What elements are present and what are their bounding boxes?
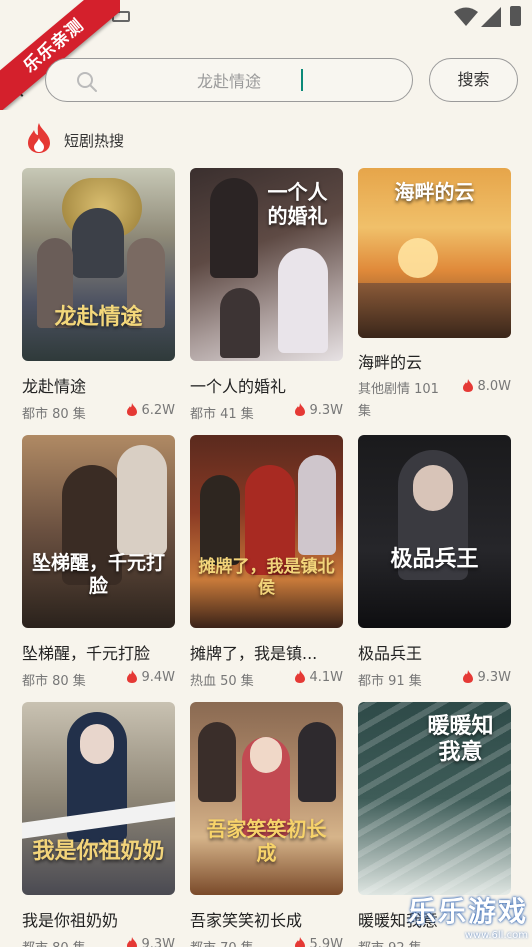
- drama-heat: 4.1W: [295, 670, 343, 685]
- drama-category: 其他剧情 101 集: [358, 382, 439, 419]
- drama-cover[interactable]: 一个人的婚礼: [190, 168, 343, 361]
- cover-text: 吾家笑笑初长成: [206, 817, 327, 865]
- drama-title: 海畔的云: [358, 353, 423, 372]
- heat-flame-icon: [463, 379, 474, 392]
- heat-flame-icon: [463, 670, 474, 683]
- keyboard-icon: [112, 11, 130, 22]
- heat-flame-icon: [127, 403, 138, 416]
- heat-flame-icon: [295, 670, 306, 683]
- back-icon[interactable]: [12, 77, 32, 97]
- drama-card[interactable]: 龙赴情途 龙赴情途 都市 80 集 6.2W: [22, 168, 175, 435]
- heat-flame-icon: [295, 937, 306, 947]
- drama-category: 都市 41 集: [190, 407, 254, 422]
- drama-cover[interactable]: 坠梯醒，千元打脸: [22, 435, 175, 628]
- drama-card[interactable]: 摊牌了，我是镇北侯 摊牌了，我是镇... 热血 50 集 4.1W: [190, 435, 343, 702]
- drama-title: 极品兵王: [358, 644, 423, 663]
- cover-text: 暖暖知我意: [427, 714, 494, 766]
- drama-title: 坠梯醒，千元打脸: [22, 644, 151, 663]
- drama-card[interactable]: 一个人的婚礼 一个人的婚礼 都市 41 集 9.3W: [190, 168, 343, 435]
- heat-value: 5.9W: [309, 937, 343, 947]
- signal-icon: [481, 7, 501, 27]
- drama-card[interactable]: 吾家笑笑初长成 吾家笑笑初长成 都市 70 集 5.9W: [190, 702, 343, 947]
- heat-flame-icon: [127, 937, 138, 947]
- battery-icon: [510, 6, 521, 26]
- search-button[interactable]: 搜索: [429, 58, 518, 102]
- drama-heat: 9.3W: [295, 403, 343, 418]
- cover-text: 一个人的婚礼: [267, 180, 328, 228]
- drama-title: 暖暖知我意: [358, 911, 439, 930]
- drama-category: 都市 92 集: [358, 937, 422, 947]
- heat-value: 9.3W: [309, 403, 343, 418]
- cover-text: 极品兵王: [390, 546, 479, 572]
- search-icon: [77, 72, 97, 92]
- cover-text: 龙赴情途: [54, 304, 143, 330]
- cover-text: 坠梯醒，千元打脸: [31, 552, 165, 598]
- drama-heat: 8.0W: [463, 379, 511, 394]
- drama-card[interactable]: 极品兵王 极品兵王 都市 91 集 9.3W: [358, 435, 511, 702]
- drama-heat: 6.2W: [127, 403, 175, 418]
- cover-text: 海畔的云: [394, 180, 475, 204]
- flame-icon: [28, 123, 50, 153]
- drama-heat: 9.4W: [127, 670, 175, 685]
- drama-title: 摊牌了，我是镇...: [190, 644, 318, 663]
- search-box[interactable]: [45, 58, 413, 102]
- heat-flame-icon: [295, 403, 306, 416]
- drama-heat: 9.3W: [127, 937, 175, 947]
- heat-value: 6.2W: [141, 403, 175, 418]
- drama-title: 龙赴情途: [22, 377, 87, 396]
- drama-heat: 5.9W: [295, 937, 343, 947]
- heat-value: 8.0W: [477, 379, 511, 394]
- drama-cover[interactable]: 海畔的云: [358, 168, 511, 338]
- cover-text: 摊牌了，我是镇北侯: [198, 557, 335, 598]
- drama-cover[interactable]: 我是你祖奶奶: [22, 702, 175, 895]
- drama-category: 都市 80 集: [22, 407, 86, 422]
- heat-value: 9.4W: [141, 670, 175, 685]
- status-bar: [0, 0, 532, 34]
- drama-title: 吾家笑笑初长成: [190, 911, 303, 930]
- section-title: 短剧热搜: [64, 132, 125, 150]
- drama-card[interactable]: 暖暖知我意 暖暖知我意 都市 92 集: [358, 702, 511, 947]
- drama-category: 都市 80 集: [22, 937, 86, 947]
- drama-cover[interactable]: 极品兵王: [358, 435, 511, 628]
- drama-category: 热血 50 集: [190, 674, 254, 689]
- drama-title: 一个人的婚礼: [190, 377, 287, 396]
- drama-cover[interactable]: 摊牌了，我是镇北侯: [190, 435, 343, 628]
- wifi-icon: [454, 7, 478, 26]
- drama-cover[interactable]: 吾家笑笑初长成: [190, 702, 343, 895]
- notification-a-icon: [84, 9, 98, 23]
- cover-text: 我是你祖奶奶: [32, 838, 165, 864]
- drama-category: 都市 91 集: [358, 674, 422, 689]
- drama-category: 都市 80 集: [22, 674, 86, 689]
- drama-card[interactable]: 我是你祖奶奶 我是你祖奶奶 都市 80 集 9.3W: [22, 702, 175, 947]
- drama-card[interactable]: 海畔的云 海畔的云 其他剧情 101 集 8.0W: [358, 168, 511, 435]
- drama-cover[interactable]: 龙赴情途: [22, 168, 175, 361]
- drama-heat: 9.3W: [463, 670, 511, 685]
- drama-cover[interactable]: 暖暖知我意: [358, 702, 511, 895]
- drama-category: 都市 70 集: [190, 937, 254, 947]
- drama-card[interactable]: 坠梯醒，千元打脸 坠梯醒，千元打脸 都市 80 集 9.4W: [22, 435, 175, 702]
- heat-value: 9.3W: [141, 937, 175, 947]
- drama-title: 我是你祖奶奶: [22, 911, 119, 930]
- search-input[interactable]: [106, 67, 352, 93]
- text-caret: [301, 69, 303, 91]
- heat-flame-icon: [127, 670, 138, 683]
- heat-value: 4.1W: [309, 670, 343, 685]
- heat-value: 9.3W: [477, 670, 511, 685]
